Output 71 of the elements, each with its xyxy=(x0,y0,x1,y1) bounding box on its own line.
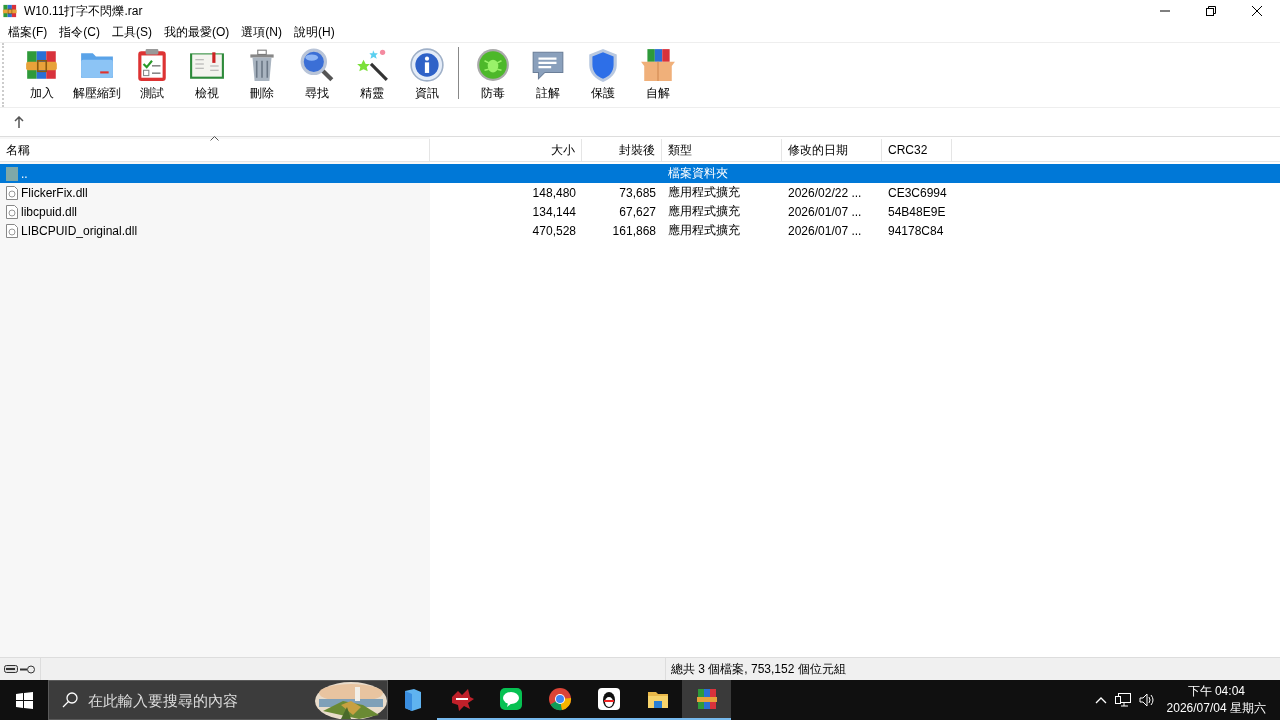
menu-item[interactable]: 選項(N) xyxy=(235,23,288,41)
file-name: libcpuid.dll xyxy=(21,204,78,219)
table-cell-text: 2026/01/07 ... xyxy=(787,223,863,238)
file-row[interactable]: libcpuid.dll 134,144 67,627 應用程式擴充 2026/01/07 ... 54B48E9E xyxy=(0,202,1280,221)
chevron-up-icon[interactable] xyxy=(1094,696,1107,704)
up-arrow-icon[interactable] xyxy=(14,116,24,128)
table-cell-text: 應用程式擴充 xyxy=(667,184,741,201)
menu-item[interactable]: 說明(H) xyxy=(288,23,341,41)
search-icon xyxy=(62,692,78,708)
file-row[interactable]: LIBCPUID_original.dll 470,528 161,868 應用程式擴充 2026/01/07 ... 94178C84 xyxy=(0,221,1280,240)
file-icon xyxy=(6,185,18,200)
toolbar-button[interactable]: 保護 xyxy=(575,47,630,102)
browser-icon xyxy=(547,687,572,711)
toolbar-button[interactable]: 防毒 xyxy=(465,47,520,102)
table-cell-text: 161,868 xyxy=(611,223,657,238)
toolbar-button[interactable]: 測試 xyxy=(124,47,179,102)
window-title: W10.11打字不閃爍.rar xyxy=(24,2,144,20)
table-cell-text: 134,144 xyxy=(531,204,577,219)
table-cell-text: 2026/01/07 ... xyxy=(787,204,863,219)
toolbar-button[interactable]: 精靈 xyxy=(344,47,399,102)
table-cell-text: 2026/02/22 ... xyxy=(787,185,863,200)
file-icon xyxy=(6,204,18,219)
file-name: .. xyxy=(21,166,28,181)
books-icon xyxy=(2,3,18,19)
sort-caret-icon xyxy=(209,136,219,141)
table-cell-text: CE3C6994 xyxy=(887,185,948,200)
file-name: LIBCPUID_original.dll xyxy=(21,223,138,238)
search-field[interactable]: 在此輸入要搜尋的內容 xyxy=(86,690,310,710)
windows-icon xyxy=(15,691,33,709)
file-icon xyxy=(6,223,18,238)
network-icon[interactable] xyxy=(1114,693,1131,707)
bug-icon xyxy=(474,47,511,83)
speaker-icon[interactable] xyxy=(1138,693,1155,707)
table-cell-text: 148,480 xyxy=(531,185,577,200)
toolbar-button[interactable]: 註解 xyxy=(520,47,575,102)
folder-up-icon xyxy=(6,166,18,181)
clock[interactable]: 下午 04:04 2026/07/04 星期六 xyxy=(1162,683,1270,717)
toolbar-button[interactable]: 尋找 xyxy=(289,47,344,102)
search-bar[interactable]: 在此輸入要搜尋的內容 xyxy=(48,680,388,720)
file-row[interactable]: .. 檔案資料夾 xyxy=(0,164,1280,183)
menu-item[interactable]: 指令(C) xyxy=(53,23,106,41)
menu-item[interactable]: 我的最愛(O) xyxy=(158,23,236,41)
toolbar-button[interactable]: 自解 xyxy=(630,47,685,102)
box-icon xyxy=(639,47,676,83)
toolbar-button[interactable]: 加入 xyxy=(14,47,69,102)
table-cell-text: 67,627 xyxy=(618,204,657,219)
key-icon xyxy=(20,664,36,674)
table-cell-text: 應用程式擴充 xyxy=(667,222,741,239)
table-cell-text: 應用程式擴充 xyxy=(667,203,741,220)
info-icon xyxy=(408,47,445,83)
table-cell-text: 73,685 xyxy=(618,185,657,200)
table-cell-text: 470,528 xyxy=(531,223,577,238)
toolbar-button[interactable]: 檢視 xyxy=(179,47,234,102)
table-cell-text: 檔案資料夾 xyxy=(667,165,729,182)
file-name: FlickerFix.dll xyxy=(21,185,88,200)
splash-icon xyxy=(449,687,474,711)
menu-item[interactable]: 檔案(F) xyxy=(2,23,54,41)
books-icon xyxy=(694,687,719,711)
toolbar-button[interactable]: 資訊 xyxy=(399,47,454,102)
search-icon xyxy=(298,47,335,83)
table-cell-text: 54B48E9E xyxy=(887,204,947,219)
chat-icon xyxy=(498,687,523,711)
toolbar-button[interactable]: 解壓縮到 xyxy=(69,47,124,102)
penguin-icon xyxy=(596,687,621,711)
menu-item[interactable]: 工具(S) xyxy=(106,23,158,41)
drive-icon xyxy=(4,665,18,673)
close-icon xyxy=(1252,6,1262,16)
table-cell-text: 94178C84 xyxy=(887,223,945,238)
file-row[interactable]: FlickerFix.dll 148,480 73,685 應用程式擴充 2026/02/22 ... CE3C6994 xyxy=(0,183,1280,202)
restore-icon xyxy=(1206,6,1216,16)
toolbar-button[interactable]: 刪除 xyxy=(234,47,289,102)
